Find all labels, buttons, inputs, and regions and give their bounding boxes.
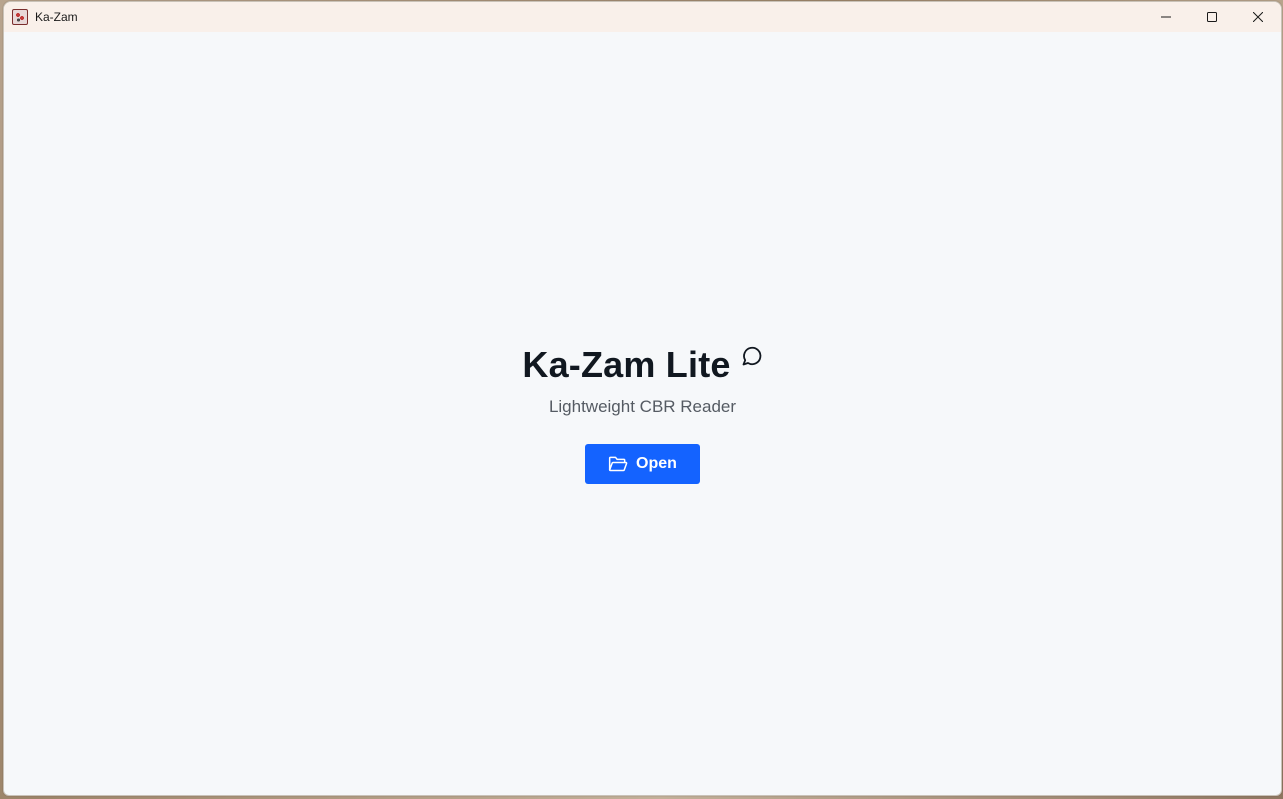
window-controls [1143, 2, 1281, 32]
close-button[interactable] [1235, 2, 1281, 32]
app-window: Ka-Zam Ka-Zam Lite Lightweight CBR Reade… [3, 1, 1282, 796]
app-heading: Ka-Zam Lite [522, 344, 731, 385]
folder-open-icon [608, 456, 628, 472]
app-subtitle: Lightweight CBR Reader [548, 397, 737, 416]
main-content: Ka-Zam Lite Lightweight CBR Reader Open [4, 32, 1281, 795]
welcome-panel: Ka-Zam Lite Lightweight CBR Reader Open [4, 344, 1281, 484]
open-button[interactable]: Open [585, 444, 700, 484]
chat-bubble-icon[interactable] [739, 344, 763, 368]
close-icon [1253, 12, 1263, 22]
maximize-icon [1207, 12, 1217, 22]
heading-row: Ka-Zam Lite [522, 344, 762, 386]
ka-zam-app-icon [12, 9, 28, 25]
open-button-label: Open [636, 455, 677, 472]
minimize-icon [1161, 16, 1171, 18]
maximize-button[interactable] [1189, 2, 1235, 32]
title-bar[interactable]: Ka-Zam [4, 2, 1281, 32]
window-title: Ka-Zam [35, 10, 78, 24]
minimize-button[interactable] [1143, 2, 1189, 32]
